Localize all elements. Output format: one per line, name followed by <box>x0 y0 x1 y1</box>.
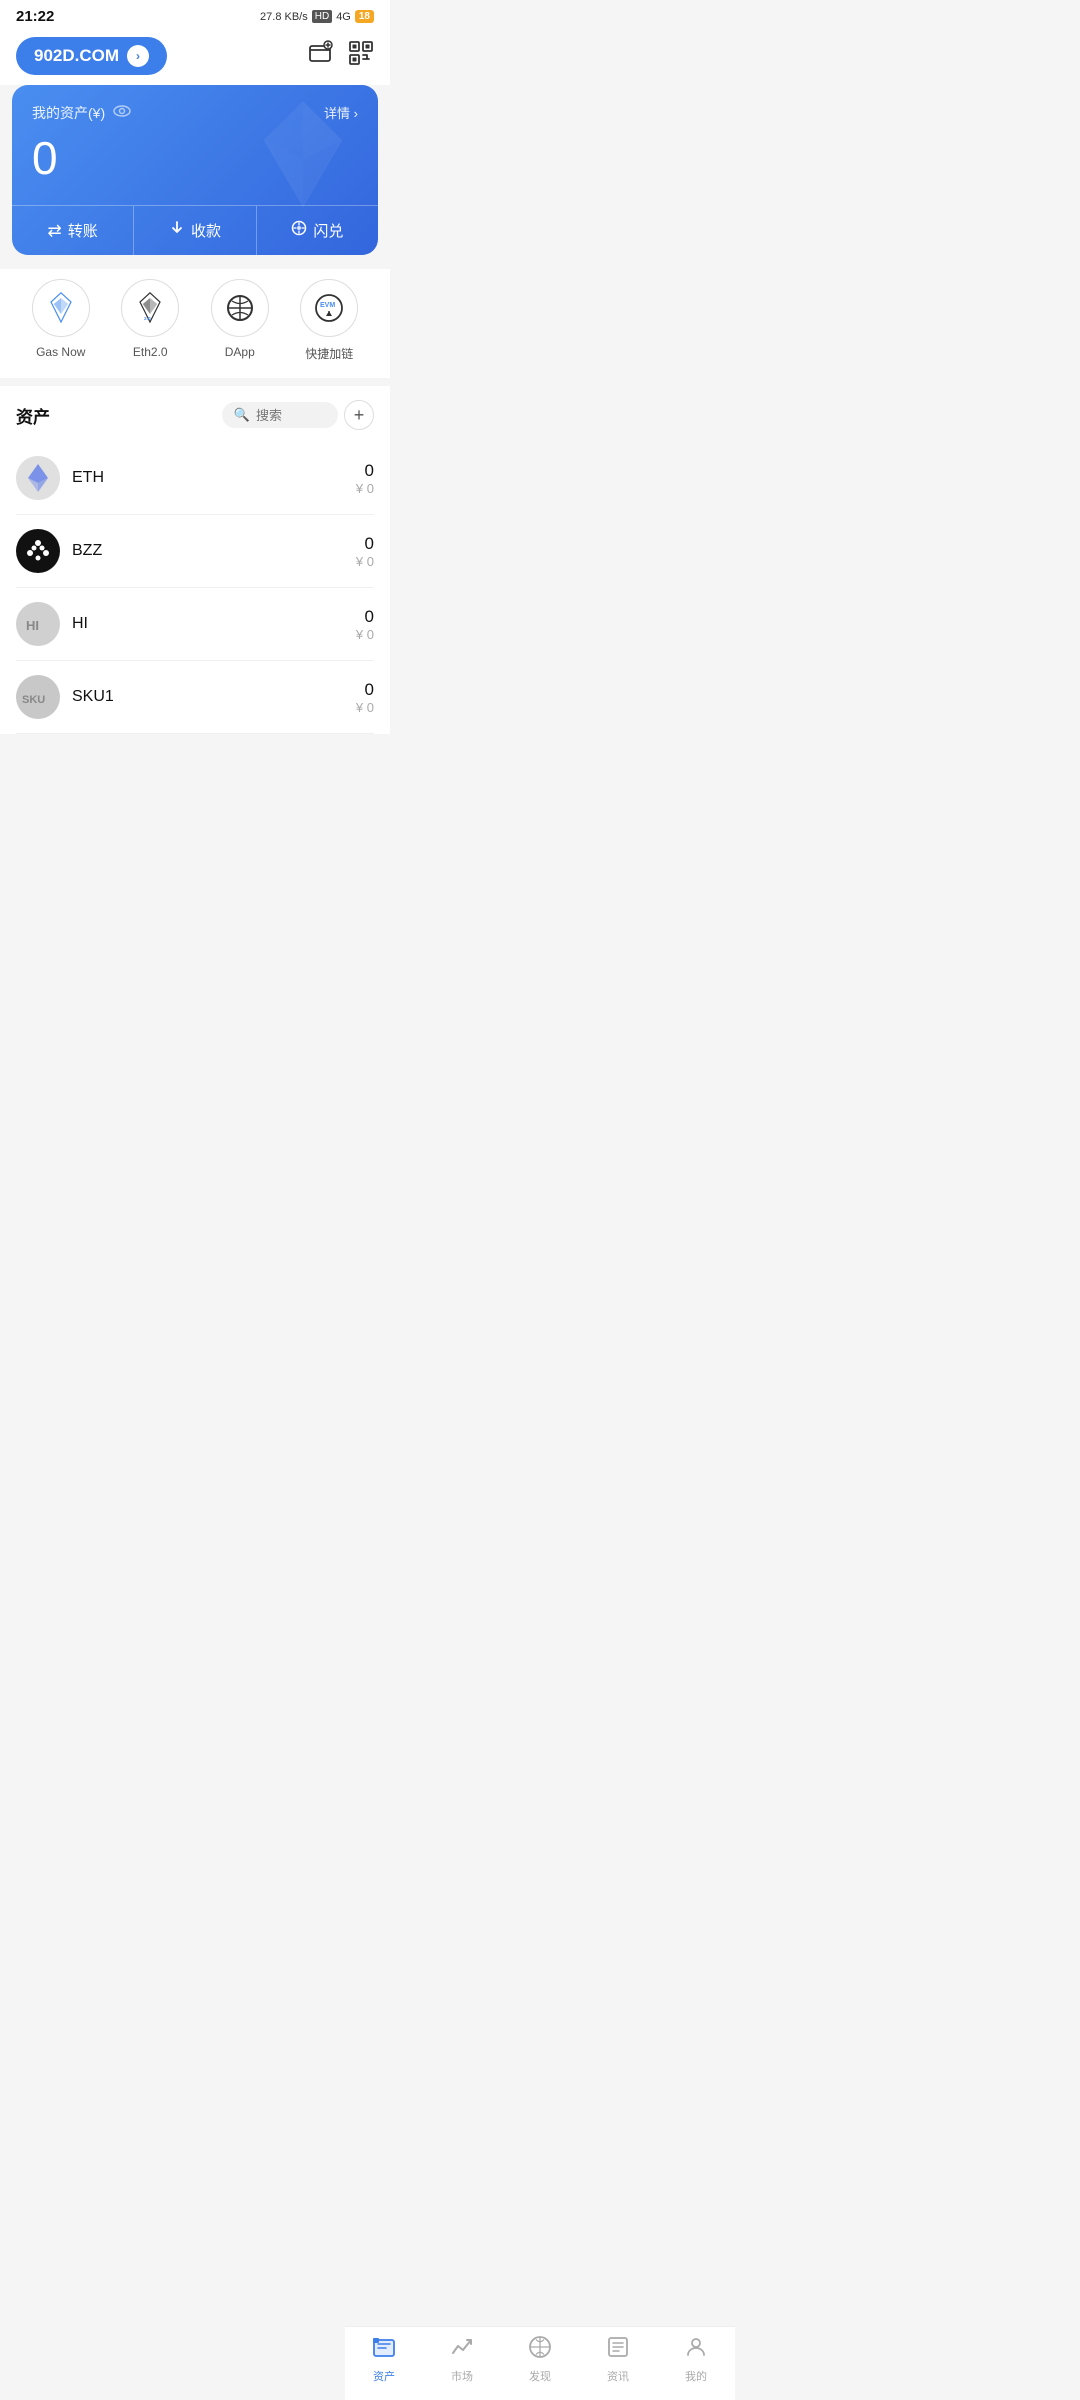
eth-name: ETH <box>72 469 356 487</box>
nav-item-assets[interactable]: 资产 <box>345 2335 423 2384</box>
discover-nav-label: 发现 <box>529 2368 551 2384</box>
flash-swap-icon <box>291 220 307 241</box>
transfer-label: 转账 <box>68 220 98 241</box>
hi-cny: ¥ 0 <box>356 627 374 642</box>
asset-card: 我的资产(¥) 详情 › 0 ⇄ 转账 收款 <box>12 85 378 255</box>
hi-logo: HI <box>16 602 60 646</box>
quick-chain-label: 快捷加链 <box>305 345 353 362</box>
market-nav-icon <box>450 2335 474 2365</box>
profile-nav-icon <box>684 2335 708 2365</box>
receive-button[interactable]: 收款 <box>133 206 255 255</box>
hi-name: HI <box>72 615 356 633</box>
sku1-amount: 0 <box>356 680 374 700</box>
nav-item-discover[interactable]: 发现 <box>501 2335 579 2384</box>
transfer-icon: ⇄ <box>48 221 62 241</box>
eth-amount: 0 <box>356 461 374 481</box>
nav-item-market[interactable]: 市场 <box>423 2335 501 2384</box>
quick-chain-icon: EVM <box>300 279 358 337</box>
eth-cny: ¥ 0 <box>356 481 374 496</box>
gas-now-label: Gas Now <box>36 345 85 359</box>
bzz-name: BZZ <box>72 542 356 560</box>
hi-amount: 0 <box>356 607 374 627</box>
quick-item-quick-chain[interactable]: EVM 快捷加链 <box>300 279 358 362</box>
brand-arrow-icon: › <box>127 45 149 67</box>
quick-item-eth2[interactable]: 2.0 Eth2.0 <box>121 279 179 362</box>
profile-nav-label: 我的 <box>685 2368 707 2384</box>
battery-indicator: 18 <box>355 10 374 23</box>
search-icon: 🔍 <box>234 407 250 423</box>
asset-row-hi[interactable]: HI HI 0 ¥ 0 <box>16 588 374 661</box>
status-time: 21:22 <box>16 8 54 25</box>
status-icons: 27.8 KB/s HD 4G 18 <box>260 10 374 23</box>
card-title: 我的资产(¥) <box>32 103 105 123</box>
asset-section-title: 资产 <box>16 403 50 428</box>
svg-text:EVM: EVM <box>320 302 335 309</box>
quick-item-gas-now[interactable]: Gas Now <box>32 279 90 362</box>
svg-text:SKU: SKU <box>22 694 45 706</box>
eth-logo <box>16 456 60 500</box>
signal-icon: 4G <box>336 11 351 23</box>
asset-section: 资产 🔍 + ETH 0 ¥ 0 <box>0 386 390 734</box>
eth2-icon: 2.0 <box>121 279 179 337</box>
scan-button[interactable] <box>348 40 374 72</box>
card-title-row: 我的资产(¥) <box>32 103 131 123</box>
quick-menu: Gas Now 2.0 Eth2.0 DApp <box>0 269 390 378</box>
sku1-cny: ¥ 0 <box>356 700 374 715</box>
eye-icon[interactable] <box>113 104 131 122</box>
nav-item-profile[interactable]: 我的 <box>657 2335 735 2384</box>
top-actions <box>308 40 374 72</box>
svg-text:2.0: 2.0 <box>144 316 151 322</box>
hi-amounts: 0 ¥ 0 <box>356 607 374 642</box>
brand-pill[interactable]: 902D.COM › <box>16 37 167 75</box>
asset-section-header: 资产 🔍 + <box>16 400 374 430</box>
add-asset-button[interactable]: + <box>344 400 374 430</box>
quick-item-dapp[interactable]: DApp <box>211 279 269 362</box>
discover-nav-icon <box>528 2335 552 2365</box>
hd-badge: HD <box>312 10 332 23</box>
wallet-add-button[interactable] <box>308 40 334 72</box>
search-input-wrap: 🔍 <box>222 402 338 428</box>
sku1-amounts: 0 ¥ 0 <box>356 680 374 715</box>
bzz-logo <box>16 529 60 573</box>
search-input[interactable] <box>256 408 326 423</box>
asset-row-eth[interactable]: ETH 0 ¥ 0 <box>16 442 374 515</box>
nav-item-news[interactable]: 资讯 <box>579 2335 657 2384</box>
asset-row-sku1[interactable]: SKU SKU1 0 ¥ 0 <box>16 661 374 734</box>
dapp-icon <box>211 279 269 337</box>
svg-text:HI: HI <box>26 618 39 633</box>
bzz-amount: 0 <box>356 534 374 554</box>
sku1-logo: SKU <box>16 675 60 719</box>
assets-nav-label: 资产 <box>373 2368 395 2384</box>
dapp-label: DApp <box>225 345 255 359</box>
news-nav-label: 资讯 <box>607 2368 629 2384</box>
search-bar: 🔍 + <box>222 400 374 430</box>
transfer-button[interactable]: ⇄ 转账 <box>12 206 133 255</box>
top-bar: 902D.COM › <box>0 29 390 85</box>
market-nav-label: 市场 <box>451 2368 473 2384</box>
speed-indicator: 27.8 KB/s <box>260 11 308 23</box>
bzz-amounts: 0 ¥ 0 <box>356 534 374 569</box>
receive-icon <box>169 220 185 241</box>
asset-row-bzz[interactable]: BZZ 0 ¥ 0 <box>16 515 374 588</box>
eth-amounts: 0 ¥ 0 <box>356 461 374 496</box>
bzz-cny: ¥ 0 <box>356 554 374 569</box>
brand-name: 902D.COM <box>34 46 119 66</box>
sku1-name: SKU1 <box>72 688 356 706</box>
assets-nav-icon <box>372 2335 396 2365</box>
gas-now-icon <box>32 279 90 337</box>
flash-swap-label: 闪兑 <box>313 220 343 241</box>
news-nav-icon <box>606 2335 630 2365</box>
status-bar: 21:22 27.8 KB/s HD 4G 18 <box>0 0 390 29</box>
receive-label: 收款 <box>191 220 221 241</box>
eth2-label: Eth2.0 <box>133 345 168 359</box>
bottom-nav: 资产 市场 发现 <box>345 2326 735 2400</box>
eth-diamond-watermark <box>248 99 358 222</box>
